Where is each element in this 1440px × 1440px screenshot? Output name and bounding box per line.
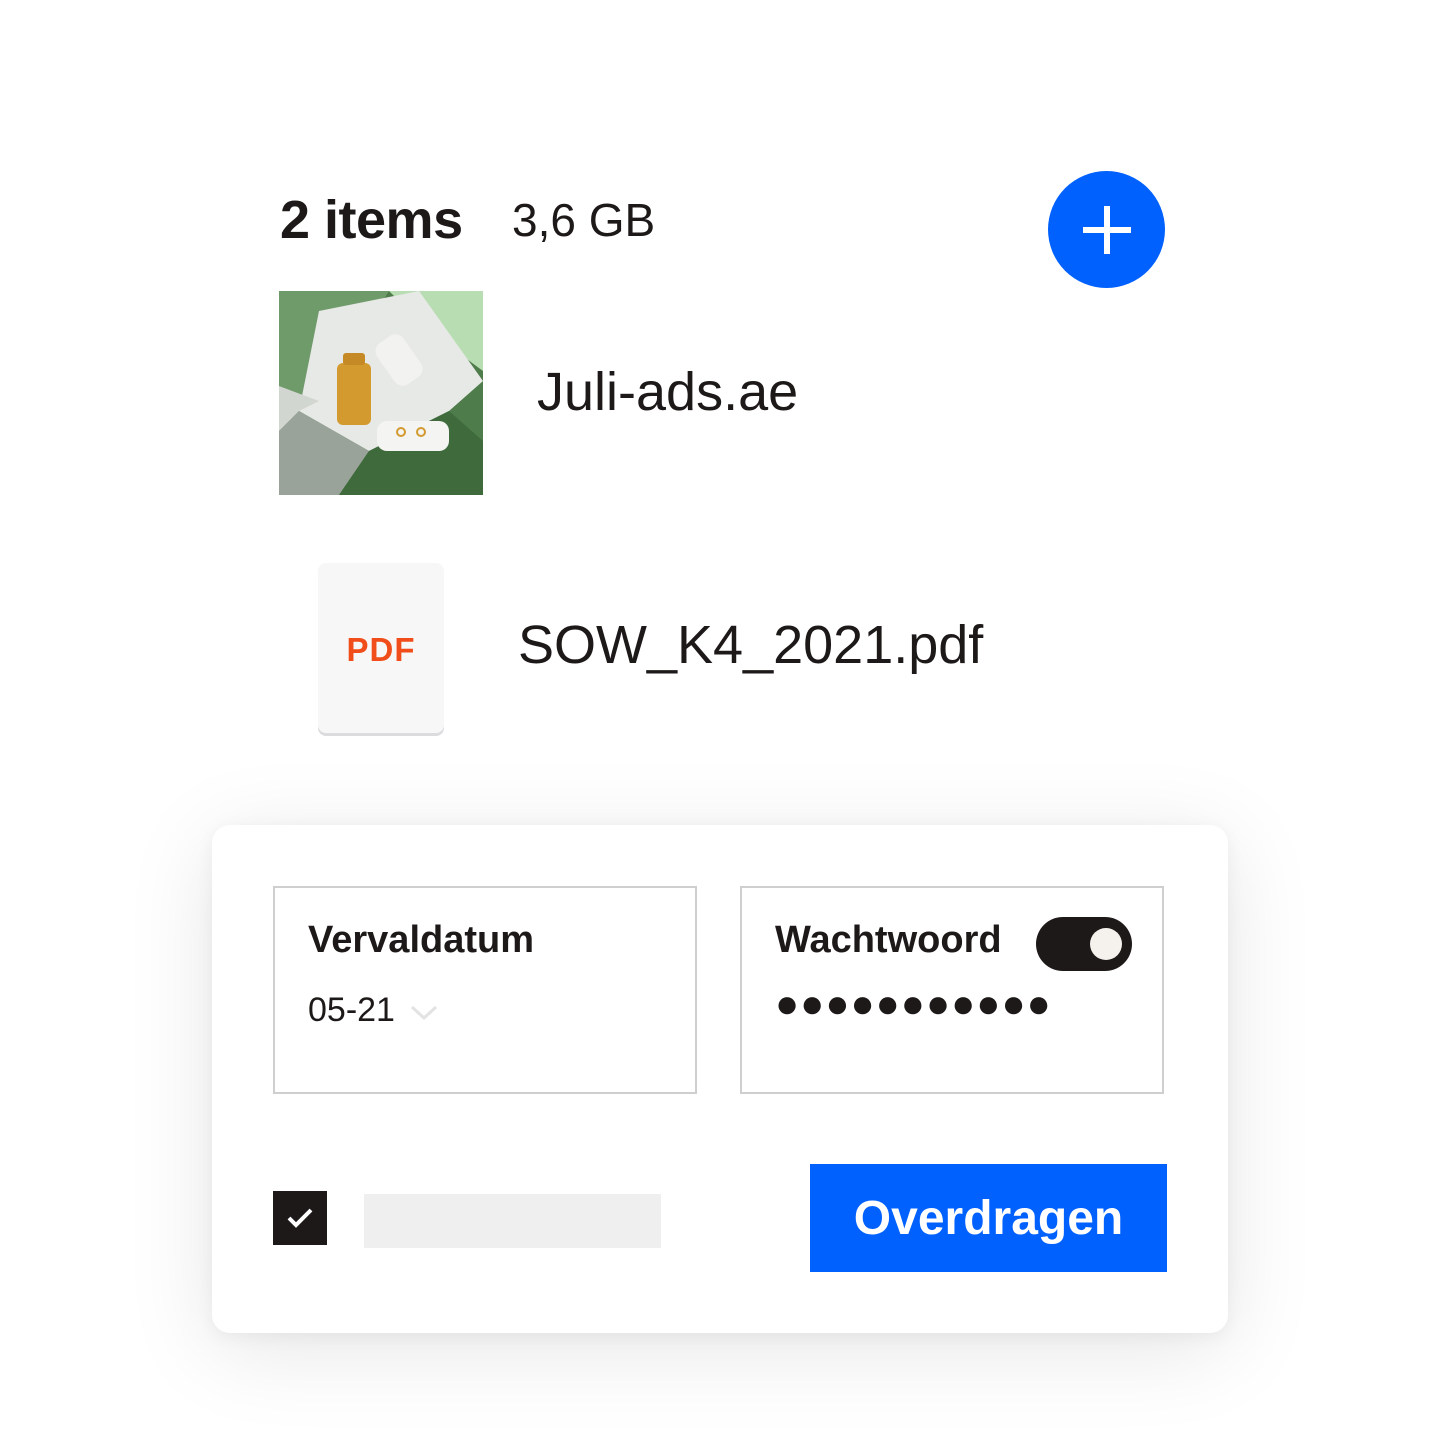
expiry-date-label: Vervaldatum: [308, 919, 534, 961]
password-label: Wachtwoord: [775, 919, 1002, 961]
expiry-date-value: 05-21: [308, 991, 395, 1029]
checkmark-icon: [287, 1208, 313, 1228]
item-count: 2 items: [280, 190, 463, 250]
toggle-knob: [1090, 928, 1122, 960]
total-size: 3,6 GB: [512, 194, 656, 246]
file-name[interactable]: Juli-ads.ae: [537, 360, 798, 424]
pdf-file-icon: PDF: [318, 563, 444, 733]
share-panel: 2 items 3,6 GB Juli-ads.ae PDF SOW_K4_20…: [0, 0, 1440, 1440]
file-thumbnail-image: [279, 291, 483, 495]
expiry-date-field[interactable]: Vervaldatum 05-21: [273, 886, 697, 1094]
add-files-button[interactable]: [1048, 171, 1165, 288]
password-field[interactable]: Wachtwoord ●●●●●●●●●●●: [740, 886, 1164, 1094]
checkbox-label-placeholder: [364, 1194, 661, 1248]
password-toggle[interactable]: [1036, 917, 1132, 971]
chevron-down-icon: [410, 1005, 437, 1021]
image-thumbnail: [279, 291, 483, 495]
file-name[interactable]: SOW_K4_2021.pdf: [518, 613, 983, 677]
password-input[interactable]: ●●●●●●●●●●●: [775, 980, 1052, 1028]
plus-icon: [1082, 205, 1131, 254]
checkbox[interactable]: [273, 1191, 327, 1245]
expiry-date-select[interactable]: 05-21: [308, 988, 439, 1032]
pdf-label: PDF: [346, 631, 416, 668]
transfer-settings-card: Vervaldatum 05-21 Wachtwoord ●●●●●●●●●●●…: [212, 825, 1228, 1333]
transfer-button[interactable]: Overdragen: [810, 1164, 1167, 1272]
